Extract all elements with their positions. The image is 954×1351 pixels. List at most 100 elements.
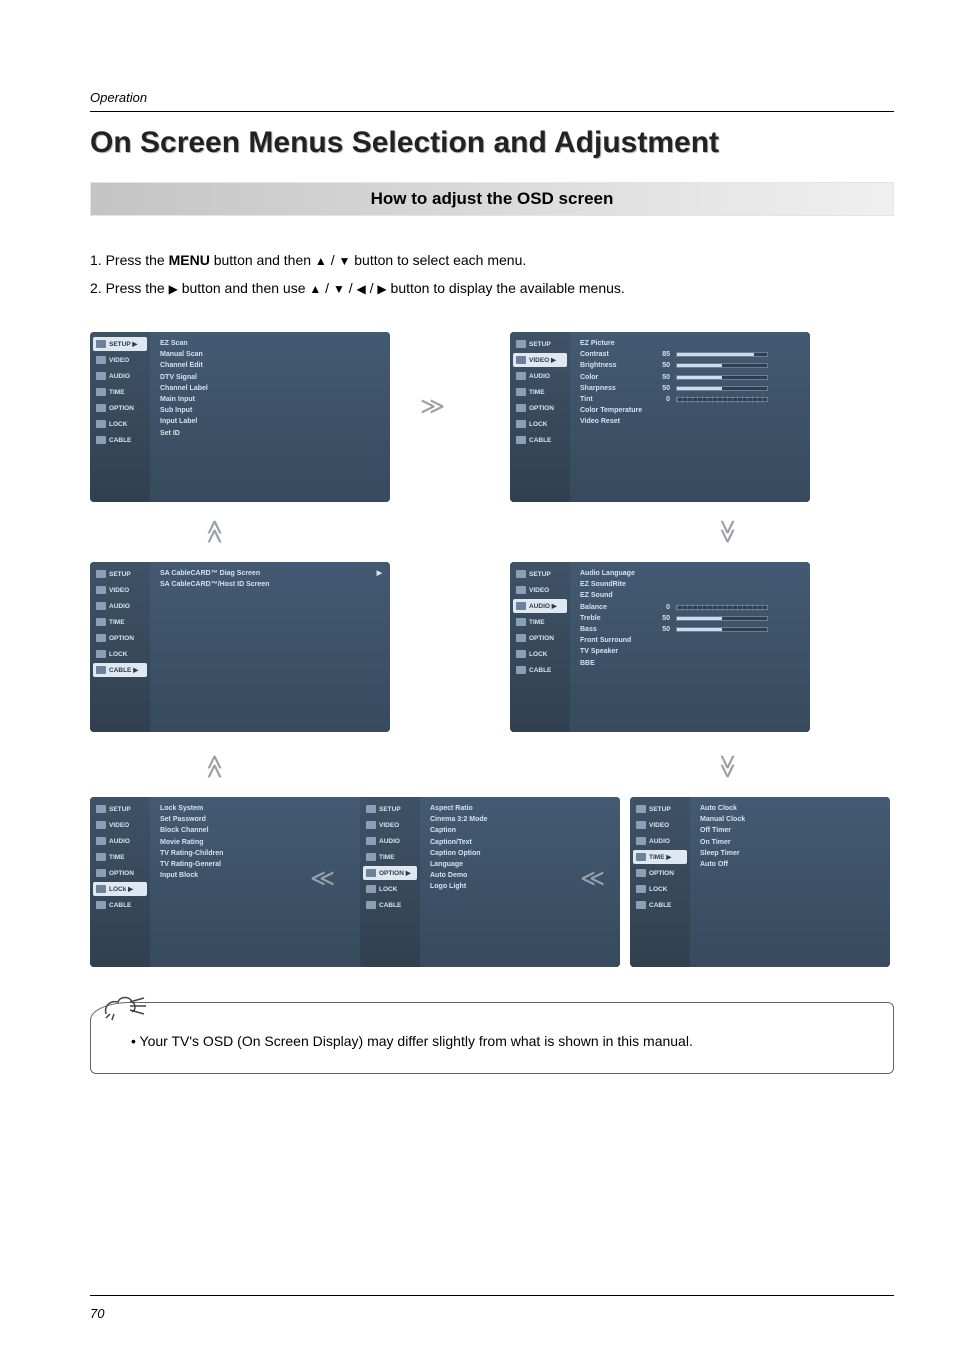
osd-menu-item[interactable]: Treble50 <box>580 613 802 624</box>
osd-menu-item[interactable]: SA CableCARD™ Diag Screen▶ <box>160 568 382 579</box>
osd-menu-item[interactable]: EZ Scan <box>160 338 382 349</box>
osd-side-item-option[interactable]: OPTION ▶ <box>363 866 417 880</box>
osd-side-item-option[interactable]: OPTION <box>513 631 567 645</box>
osd-menu-item[interactable]: On Timer <box>700 837 882 848</box>
osd-side-item-setup[interactable]: SETUP <box>93 802 147 816</box>
osd-menu-item[interactable]: Movie Rating <box>160 837 382 848</box>
osd-menu-item[interactable]: Cinema 3:2 Mode <box>430 814 612 825</box>
osd-side-item-time[interactable]: TIME ▶ <box>633 850 687 864</box>
osd-menu-item[interactable]: Audio Language <box>580 568 802 579</box>
osd-side-item-video[interactable]: VIDEO <box>93 583 147 597</box>
osd-side-item-video[interactable]: VIDEO ▶ <box>513 353 567 367</box>
osd-menu-item[interactable]: Sleep Timer <box>700 848 882 859</box>
osd-side-item-setup[interactable]: SETUP <box>93 567 147 581</box>
osd-menu-item[interactable]: Contrast85 <box>580 349 802 360</box>
osd-side-item-video[interactable]: VIDEO <box>633 818 687 832</box>
osd-side-item-lock[interactable]: LOCK <box>363 882 417 896</box>
osd-side-item-video[interactable]: VIDEO <box>93 818 147 832</box>
osd-menu-item[interactable]: Color Temperature <box>580 405 802 416</box>
osd-menu-item[interactable]: Aspect Ratio <box>430 803 612 814</box>
osd-side-item-setup[interactable]: SETUP <box>633 802 687 816</box>
osd-menu-item[interactable]: Video Reset <box>580 416 802 427</box>
osd-menu-item[interactable]: Input Label <box>160 416 382 427</box>
slider-track[interactable] <box>676 627 768 632</box>
osd-side-item-option[interactable]: OPTION <box>93 401 147 415</box>
osd-side-item-setup[interactable]: SETUP ▶ <box>93 337 147 351</box>
osd-side-item-option[interactable]: OPTION <box>513 401 567 415</box>
osd-side-item-lock[interactable]: LOCK <box>513 647 567 661</box>
osd-menu-item[interactable]: Input Block <box>160 870 382 881</box>
osd-menu-item[interactable]: Color50 <box>580 372 802 383</box>
slider-track[interactable] <box>676 605 768 610</box>
osd-side-item-lock[interactable]: LOCK <box>93 417 147 431</box>
osd-menu-item[interactable]: EZ SoundRite <box>580 579 802 590</box>
osd-side-item-audio[interactable]: AUDIO <box>633 834 687 848</box>
osd-side-item-audio[interactable]: AUDIO <box>93 599 147 613</box>
osd-side-item-time[interactable]: TIME <box>513 615 567 629</box>
osd-menu-item[interactable]: Caption/Text <box>430 837 612 848</box>
osd-side-item-cable[interactable]: CABLE ▶ <box>93 663 147 677</box>
osd-menu-item[interactable]: TV Rating-General <box>160 859 382 870</box>
osd-menu-item[interactable]: EZ Sound <box>580 590 802 601</box>
osd-side-item-setup[interactable]: SETUP <box>513 567 567 581</box>
osd-side-item-video[interactable]: VIDEO <box>363 818 417 832</box>
osd-side-item-audio[interactable]: AUDIO ▶ <box>513 599 567 613</box>
osd-menu-item[interactable]: Set Password <box>160 814 382 825</box>
osd-menu-item[interactable]: Auto Off <box>700 859 882 870</box>
osd-menu-item[interactable]: Caption <box>430 825 612 836</box>
osd-side-item-cable[interactable]: CABLE <box>513 433 567 447</box>
osd-side-item-lock[interactable]: LOCK <box>93 647 147 661</box>
osd-side-item-cable[interactable]: CABLE <box>363 898 417 912</box>
osd-menu-item[interactable]: Channel Edit <box>160 360 382 371</box>
osd-side-item-lock[interactable]: LOCK <box>513 417 567 431</box>
osd-side-item-time[interactable]: TIME <box>93 385 147 399</box>
osd-side-item-cable[interactable]: CABLE <box>633 898 687 912</box>
osd-side-item-video[interactable]: VIDEO <box>513 583 567 597</box>
slider-track[interactable] <box>676 375 768 380</box>
osd-side-item-lock[interactable]: LOCK <box>633 882 687 896</box>
osd-side-item-time[interactable]: TIME <box>513 385 567 399</box>
osd-side-item-cable[interactable]: CABLE <box>93 898 147 912</box>
osd-menu-item[interactable]: SA CableCARD™/Host ID Screen <box>160 579 382 590</box>
osd-side-item-option[interactable]: OPTION <box>633 866 687 880</box>
osd-menu-item[interactable]: Main Input <box>160 394 382 405</box>
osd-menu-item[interactable]: Off Timer <box>700 825 882 836</box>
osd-menu-item[interactable]: Manual Scan <box>160 349 382 360</box>
osd-side-item-time[interactable]: TIME <box>93 615 147 629</box>
osd-side-item-video[interactable]: VIDEO <box>93 353 147 367</box>
osd-menu-item[interactable]: Block Channel <box>160 825 382 836</box>
osd-side-item-cable[interactable]: CABLE <box>93 433 147 447</box>
osd-side-item-option[interactable]: OPTION <box>93 866 147 880</box>
osd-side-item-setup[interactable]: SETUP <box>363 802 417 816</box>
osd-menu-item[interactable]: Balance0 <box>580 602 802 613</box>
osd-side-item-audio[interactable]: AUDIO <box>363 834 417 848</box>
osd-menu-item[interactable]: TV Rating-Children <box>160 848 382 859</box>
osd-menu-item[interactable]: BBE <box>580 658 802 669</box>
osd-side-item-option[interactable]: OPTION <box>93 631 147 645</box>
osd-menu-item[interactable]: Sharpness50 <box>580 383 802 394</box>
osd-menu-item[interactable]: Manual Clock <box>700 814 882 825</box>
osd-menu-item[interactable]: Lock System <box>160 803 382 814</box>
osd-menu-item[interactable]: Front Surround <box>580 635 802 646</box>
slider-track[interactable] <box>676 397 768 402</box>
osd-menu-item[interactable]: EZ Picture <box>580 338 802 349</box>
slider-track[interactable] <box>676 386 768 391</box>
osd-menu-item[interactable]: TV Speaker <box>580 646 802 657</box>
osd-side-item-time[interactable]: TIME <box>363 850 417 864</box>
osd-menu-item[interactable]: Caption Option <box>430 848 612 859</box>
osd-menu-item[interactable]: DTV Signal <box>160 372 382 383</box>
osd-menu-item[interactable]: Bass50 <box>580 624 802 635</box>
osd-side-item-setup[interactable]: SETUP <box>513 337 567 351</box>
osd-side-item-audio[interactable]: AUDIO <box>513 369 567 383</box>
slider-track[interactable] <box>676 616 768 621</box>
osd-side-item-lock[interactable]: LOCk ▶ <box>93 882 147 896</box>
osd-menu-item[interactable]: Sub Input <box>160 405 382 416</box>
osd-menu-item[interactable]: Tint0 <box>580 394 802 405</box>
slider-track[interactable] <box>676 352 768 357</box>
osd-side-item-audio[interactable]: AUDIO <box>93 834 147 848</box>
osd-menu-item[interactable]: Channel Label <box>160 383 382 394</box>
osd-side-item-audio[interactable]: AUDIO <box>93 369 147 383</box>
osd-menu-item[interactable]: Brightness50 <box>580 360 802 371</box>
osd-side-item-time[interactable]: TIME <box>93 850 147 864</box>
osd-menu-item[interactable]: Set ID <box>160 428 382 439</box>
